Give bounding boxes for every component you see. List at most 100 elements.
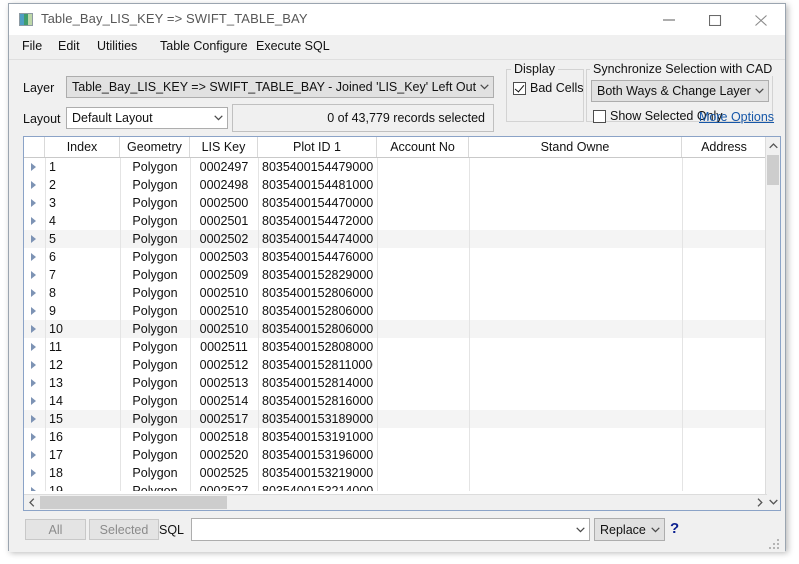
cell-geometry[interactable]: Polygon <box>124 248 186 266</box>
cell-geometry[interactable]: Polygon <box>124 302 186 320</box>
cell-lis_key[interactable]: 0002502 <box>194 230 254 248</box>
scroll-up-button[interactable] <box>766 137 780 154</box>
cell-address[interactable] <box>686 428 763 446</box>
cell-address[interactable] <box>686 158 763 176</box>
cell-stand_owne[interactable] <box>473 158 678 176</box>
cell-plot_id_1[interactable]: 803540015447400000 <box>262 230 373 248</box>
vertical-scroll-thumb[interactable] <box>767 155 779 185</box>
table-row[interactable]: 10 Polygon 0002510 803540015280600000 <box>24 320 767 338</box>
cell-index[interactable]: 13 <box>49 374 116 392</box>
cell-stand_owne[interactable] <box>473 392 678 410</box>
row-expand-icon[interactable] <box>31 415 36 423</box>
cell-stand_owne[interactable] <box>473 266 678 284</box>
cell-account_no[interactable] <box>381 374 465 392</box>
table-row[interactable]: 4 Polygon 0002501 803540015447200000 <box>24 212 767 230</box>
cell-address[interactable] <box>686 212 763 230</box>
cell-plot_id_1[interactable]: 803540015318900000 <box>262 410 373 428</box>
cell-stand_owne[interactable] <box>473 248 678 266</box>
cell-plot_id_1[interactable]: 803540015319100000 <box>262 428 373 446</box>
row-expand-icon[interactable] <box>31 235 36 243</box>
cell-account_no[interactable] <box>381 176 465 194</box>
cell-account_no[interactable] <box>381 194 465 212</box>
menu-item-execute-sql[interactable]: Execute SQL <box>251 38 335 57</box>
table-row[interactable]: 11 Polygon 0002511 803540015280800000 <box>24 338 767 356</box>
cell-index[interactable]: 17 <box>49 446 116 464</box>
cell-geometry[interactable]: Polygon <box>124 158 186 176</box>
help-button[interactable]: ? <box>670 520 679 537</box>
cell-geometry[interactable]: Polygon <box>124 482 186 491</box>
all-button[interactable]: All <box>25 519 86 540</box>
cell-account_no[interactable] <box>381 158 465 176</box>
column-header-lis_key[interactable]: LIS Key <box>190 137 258 157</box>
menu-item-utilities[interactable]: Utilities <box>92 38 142 57</box>
scroll-left-button[interactable] <box>24 495 39 510</box>
cell-account_no[interactable] <box>381 464 465 482</box>
cell-index[interactable]: 18 <box>49 464 116 482</box>
cell-plot_id_1[interactable]: 803540015281100000 <box>262 356 373 374</box>
cell-address[interactable] <box>686 320 763 338</box>
table-row[interactable]: 13 Polygon 0002513 803540015281400000 <box>24 374 767 392</box>
cell-address[interactable] <box>686 284 763 302</box>
menu-item-file[interactable]: File <box>17 38 47 57</box>
cell-lis_key[interactable]: 0002525 <box>194 464 254 482</box>
table-row[interactable]: 19 Polygon 0002527 803540015321400000 <box>24 482 767 491</box>
column-header-plot_id_1[interactable]: Plot ID 1 <box>258 137 377 157</box>
resize-grip-icon[interactable] <box>769 537 781 549</box>
cell-address[interactable] <box>686 230 763 248</box>
cell-geometry[interactable]: Polygon <box>124 230 186 248</box>
cell-account_no[interactable] <box>381 266 465 284</box>
cell-lis_key[interactable]: 0002503 <box>194 248 254 266</box>
cell-plot_id_1[interactable]: 803540015280600000 <box>262 302 373 320</box>
cell-account_no[interactable] <box>381 302 465 320</box>
cell-index[interactable]: 5 <box>49 230 116 248</box>
scroll-down-button[interactable] <box>766 493 780 510</box>
horizontal-scrollbar[interactable] <box>24 494 767 510</box>
cell-index[interactable]: 3 <box>49 194 116 212</box>
cell-index[interactable]: 11 <box>49 338 116 356</box>
cell-stand_owne[interactable] <box>473 194 678 212</box>
cell-plot_id_1[interactable]: 803540015281600000 <box>262 392 373 410</box>
row-expand-icon[interactable] <box>31 343 36 351</box>
cell-address[interactable] <box>686 338 763 356</box>
cell-plot_id_1[interactable]: 803540015447600000 <box>262 248 373 266</box>
horizontal-scroll-thumb[interactable] <box>40 496 227 509</box>
cell-geometry[interactable]: Polygon <box>124 410 186 428</box>
selected-button[interactable]: Selected <box>89 519 159 540</box>
cell-stand_owne[interactable] <box>473 410 678 428</box>
cell-lis_key[interactable]: 0002510 <box>194 320 254 338</box>
cell-account_no[interactable] <box>381 482 465 491</box>
cell-account_no[interactable] <box>381 446 465 464</box>
cell-geometry[interactable]: Polygon <box>124 374 186 392</box>
cell-index[interactable]: 4 <box>49 212 116 230</box>
sql-input[interactable] <box>191 518 590 541</box>
cell-lis_key[interactable]: 0002512 <box>194 356 254 374</box>
cell-lis_key[interactable]: 0002517 <box>194 410 254 428</box>
close-button[interactable] <box>739 4 785 34</box>
cell-address[interactable] <box>686 194 763 212</box>
row-expand-icon[interactable] <box>31 181 36 189</box>
cell-lis_key[interactable]: 0002500 <box>194 194 254 212</box>
cell-address[interactable] <box>686 374 763 392</box>
column-header-geometry[interactable]: Geometry <box>120 137 190 157</box>
row-expand-icon[interactable] <box>31 307 36 315</box>
cell-address[interactable] <box>686 446 763 464</box>
table-row[interactable]: 7 Polygon 0002509 803540015282900000 <box>24 266 767 284</box>
row-expand-icon[interactable] <box>31 379 36 387</box>
cell-lis_key[interactable]: 0002501 <box>194 212 254 230</box>
cell-address[interactable] <box>686 464 763 482</box>
cell-lis_key[interactable]: 0002520 <box>194 446 254 464</box>
row-expand-icon[interactable] <box>31 289 36 297</box>
cell-lis_key[interactable]: 0002510 <box>194 302 254 320</box>
cell-stand_owne[interactable] <box>473 302 678 320</box>
cell-index[interactable]: 8 <box>49 284 116 302</box>
cell-address[interactable] <box>686 410 763 428</box>
cell-plot_id_1[interactable]: 803540015447900000 <box>262 158 373 176</box>
row-expand-icon[interactable] <box>31 433 36 441</box>
cell-address[interactable] <box>686 356 763 374</box>
vertical-scrollbar[interactable] <box>765 137 780 510</box>
cell-account_no[interactable] <box>381 320 465 338</box>
cell-geometry[interactable]: Polygon <box>124 338 186 356</box>
column-header-gutter[interactable] <box>24 137 45 157</box>
menu-item-table-configure[interactable]: Table Configure <box>155 38 253 57</box>
cell-geometry[interactable]: Polygon <box>124 392 186 410</box>
